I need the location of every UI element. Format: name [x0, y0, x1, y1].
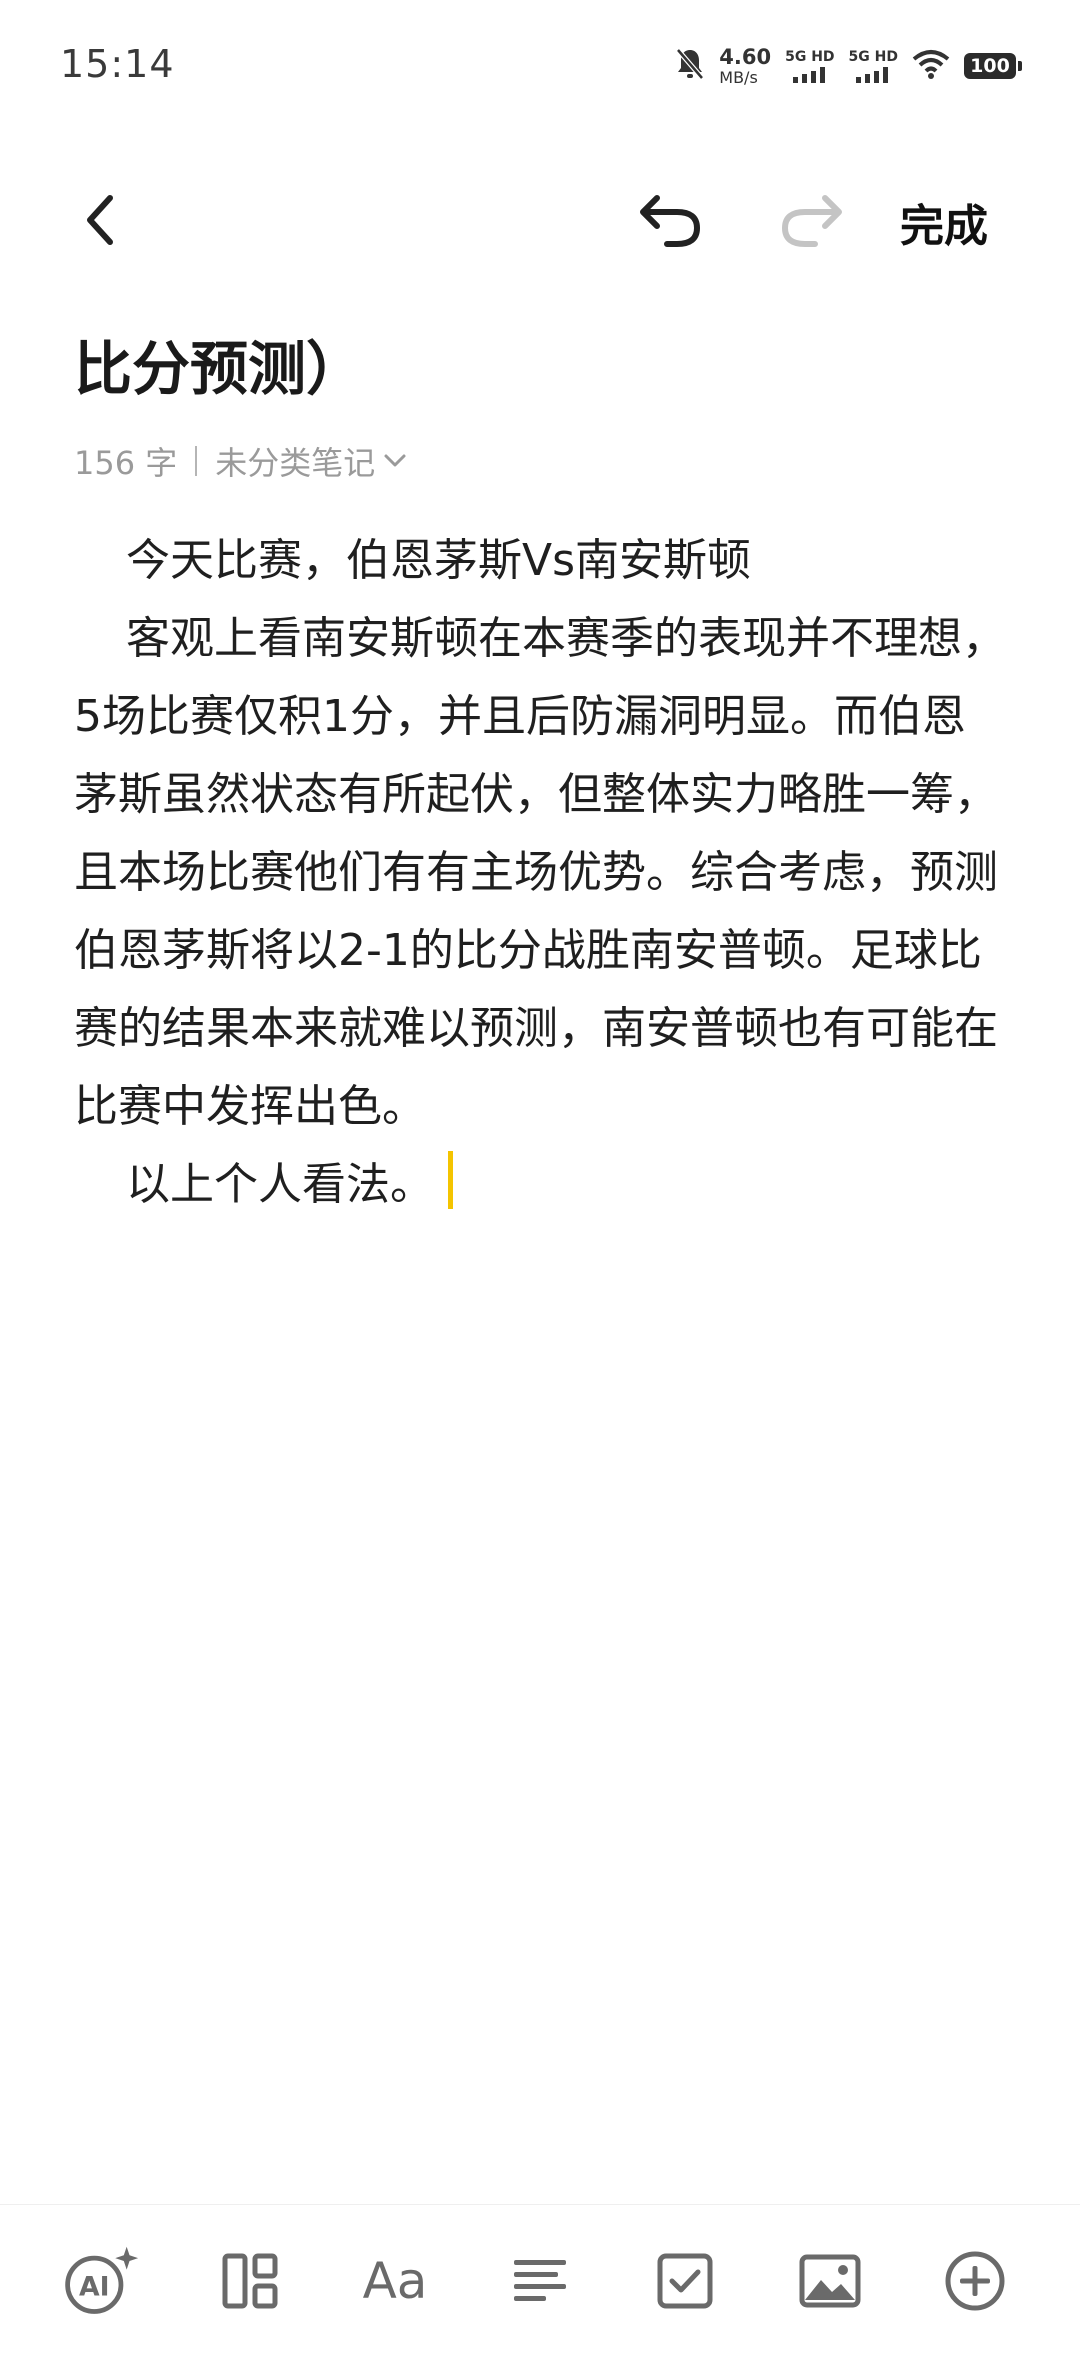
- text-format-icon: Aa: [362, 2252, 428, 2310]
- undo-icon: [640, 195, 701, 247]
- image-icon: [799, 2254, 861, 2308]
- done-button[interactable]: 完成: [900, 190, 988, 254]
- note-body-editor[interactable]: 今天比赛，伯恩茅斯Vs南安斯顿 客观上看南安斯顿在本赛季的表现并不理想，5场比赛…: [74, 522, 1006, 1224]
- paragraph-3-text: 以上个人看法。: [126, 1159, 434, 1210]
- battery-level: 100: [964, 53, 1016, 79]
- bottom-toolbar: AI Aa: [0, 2204, 1080, 2370]
- meta-divider: [195, 446, 198, 476]
- insert-image-button[interactable]: [790, 2241, 870, 2321]
- note-meta: 156 字 未分类笔记: [74, 438, 407, 484]
- add-more-button[interactable]: [935, 2241, 1015, 2321]
- paragraph-align-button[interactable]: [500, 2241, 580, 2321]
- paragraph-1: 今天比赛，伯恩茅斯Vs南安斯顿: [126, 535, 752, 586]
- paragraph-2: 客观上看南安斯顿在本赛季的表现并不理想，5场比赛仅积1分，并且后防漏洞明显。而伯…: [74, 613, 1006, 1132]
- template-button[interactable]: [210, 2241, 290, 2321]
- category-label: 未分类笔记: [215, 444, 376, 482]
- layout-grid-icon: [222, 2253, 278, 2309]
- status-bar: 15:14 4.60 MB/s 5G HD 5G HD 100: [0, 0, 1080, 130]
- align-left-icon: [514, 2260, 566, 2301]
- category-selector[interactable]: 未分类笔记: [215, 438, 407, 484]
- net-speed-value: 4.60: [719, 44, 772, 69]
- ai-button[interactable]: AI: [60, 2241, 140, 2321]
- signal-bars-icon: [856, 66, 889, 83]
- chevron-left-icon: [87, 195, 113, 245]
- net-speed: 4.60 MB/s: [719, 44, 772, 87]
- status-time: 15:14: [60, 42, 175, 86]
- ai-label: AI: [79, 2271, 110, 2302]
- mute-bell-icon: [675, 47, 705, 85]
- signal-2: 5G HD: [849, 50, 898, 83]
- signal-1-label: 5G HD: [785, 48, 835, 65]
- text-format-button[interactable]: Aa: [355, 2241, 435, 2321]
- back-button[interactable]: [60, 180, 140, 260]
- plus-circle-icon: [945, 2251, 1005, 2311]
- status-icons: 4.60 MB/s 5G HD 5G HD 100: [675, 44, 1022, 88]
- net-speed-unit: MB/s: [719, 67, 758, 87]
- signal-bars-icon: [792, 66, 825, 83]
- word-count: 156 字: [74, 444, 178, 482]
- chevron-down-icon: [384, 454, 406, 467]
- ai-sparkle-icon: AI: [65, 2246, 139, 2314]
- wifi-icon: [912, 49, 950, 83]
- undo-button[interactable]: [630, 180, 710, 260]
- signal-1: 5G HD: [785, 48, 835, 83]
- note-title[interactable]: 比分预测）: [74, 322, 364, 406]
- checkbox-icon: [657, 2253, 713, 2309]
- editor-top-bar: 完成: [0, 170, 1080, 270]
- redo-icon: [781, 195, 842, 247]
- redo-button[interactable]: [772, 180, 852, 260]
- signal-2-label: 5G HD: [848, 48, 898, 65]
- paragraph-3: 以上个人看法。: [74, 1146, 1006, 1224]
- checklist-button[interactable]: [645, 2241, 725, 2321]
- battery-tip: [1018, 61, 1022, 71]
- battery-indicator: 100: [964, 53, 1022, 79]
- text-cursor: [448, 1151, 453, 1209]
